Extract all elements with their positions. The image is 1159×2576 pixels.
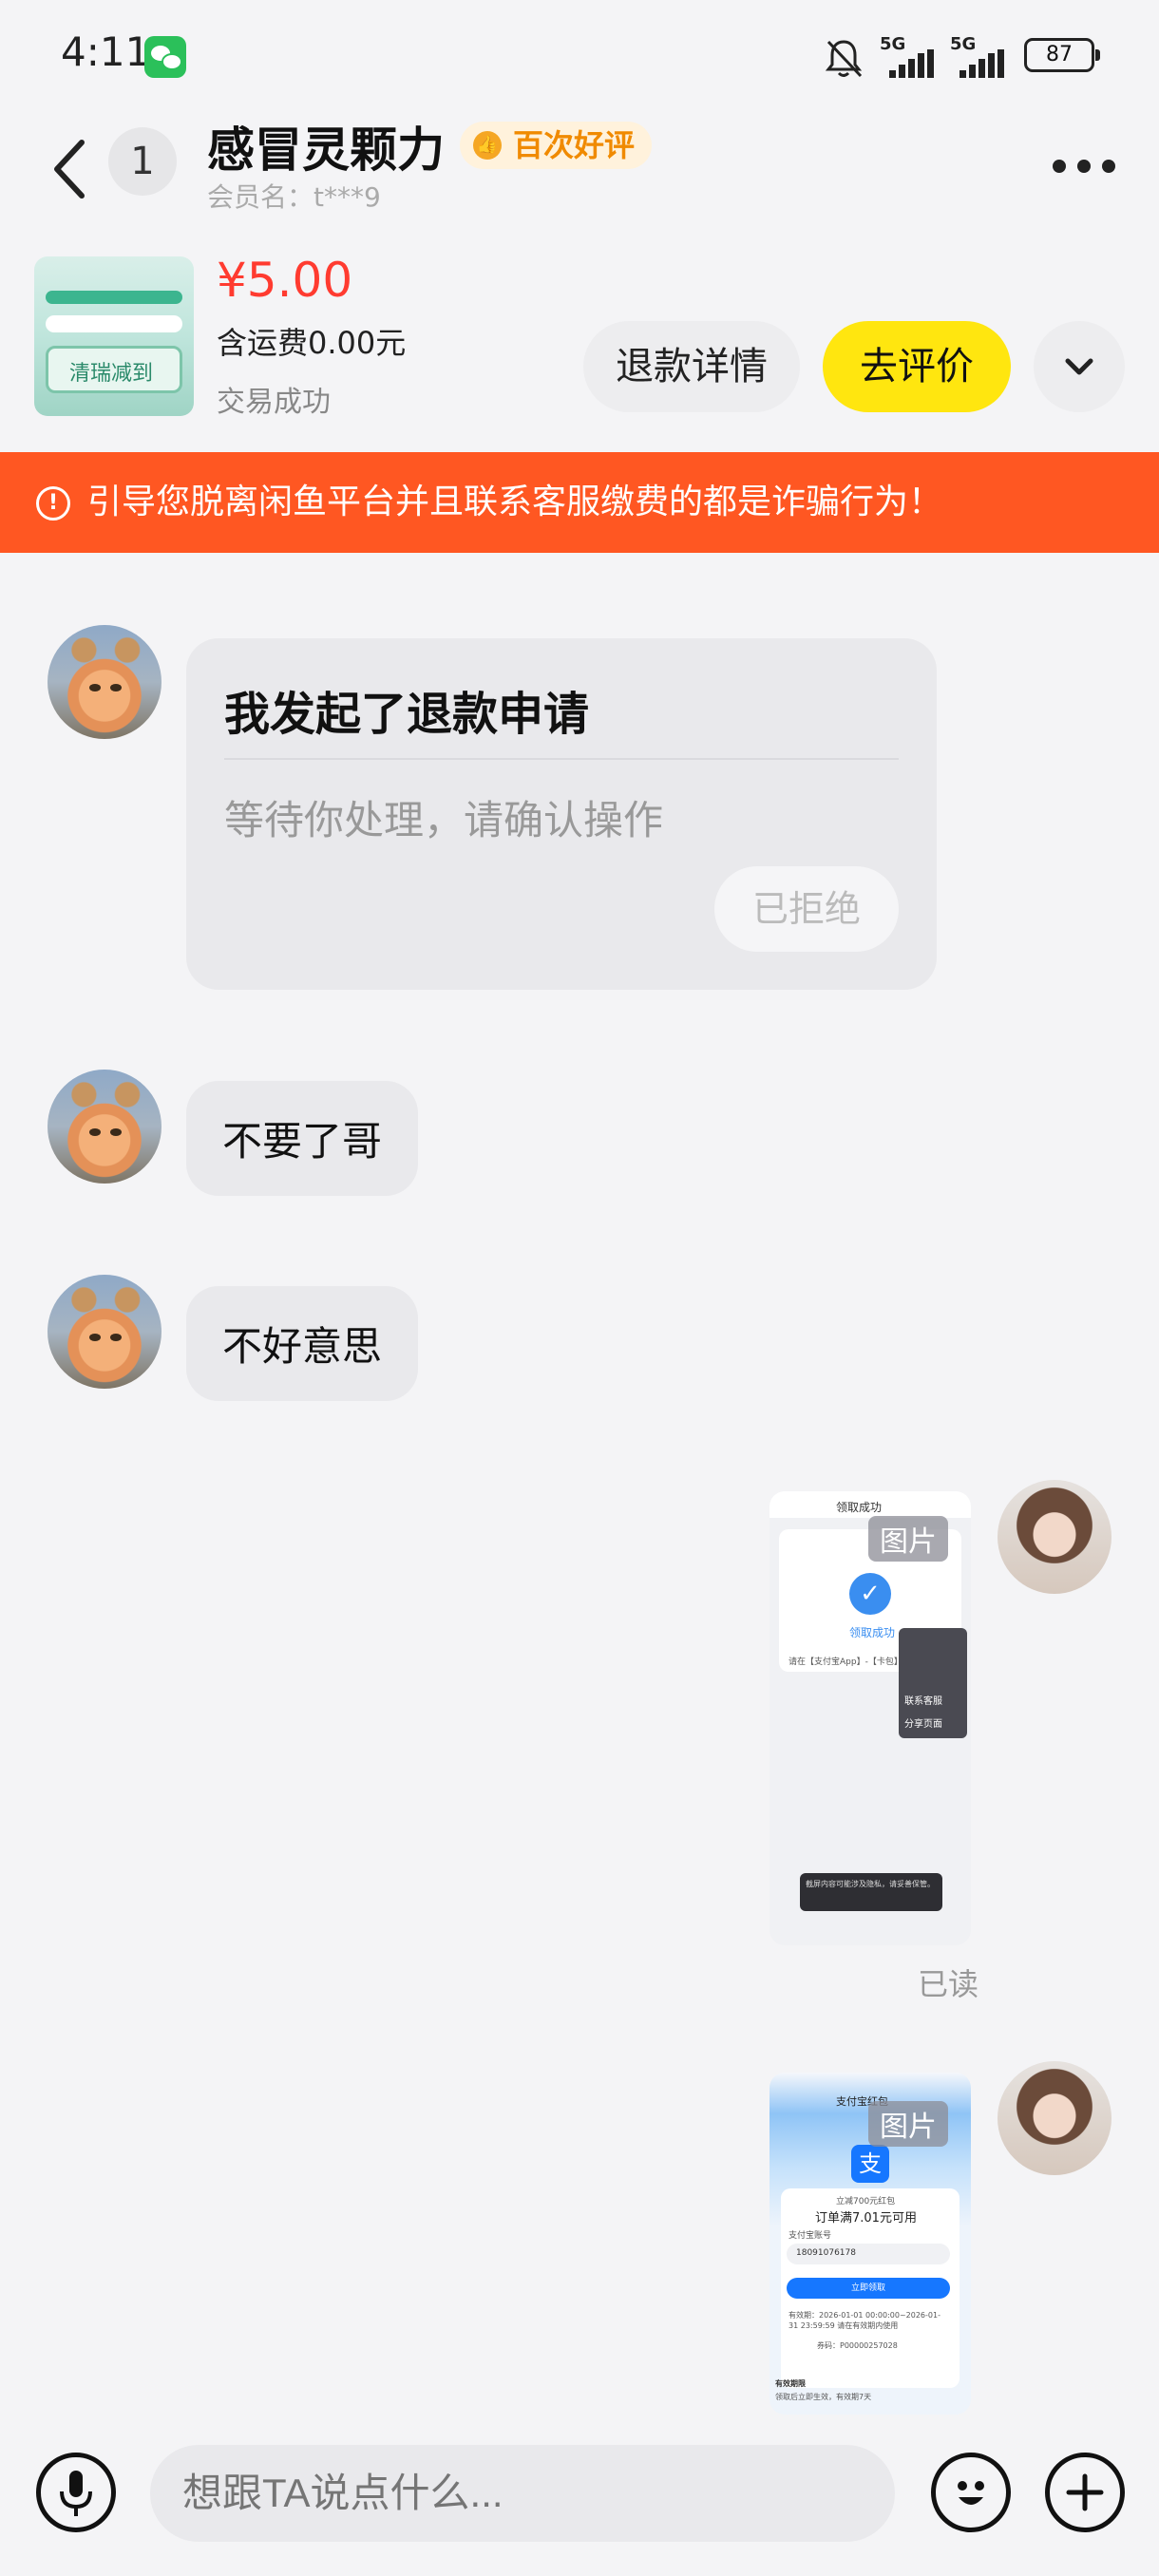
image-message[interactable]: 领取成功 ✓ 领取成功 请在【支付宝App】-【卡包】- 联系客服 分享页面 截… xyxy=(770,1491,971,1945)
divider xyxy=(224,758,899,760)
composer-bar xyxy=(0,2432,1159,2576)
message-input[interactable] xyxy=(150,2445,895,2542)
product-thumbnail[interactable]: 清瑞减到 xyxy=(34,256,194,416)
fraud-warning-text: 引导您脱离闲鱼平台并且联系客服缴费的都是诈骗行为！ xyxy=(87,483,943,521)
avatar[interactable] xyxy=(48,1275,162,1389)
rating-tag-label: 百次好评 xyxy=(513,127,636,163)
microphone-icon[interactable] xyxy=(36,2453,116,2532)
back-arrow-icon[interactable] xyxy=(48,133,95,205)
status-time: 4:11 xyxy=(61,28,151,75)
thumbs-up-icon: 👍 xyxy=(473,131,502,160)
message-bubble[interactable]: 不好意思 xyxy=(186,1286,419,1401)
rating-tag: 👍 百次好评 xyxy=(460,122,653,169)
unread-count-badge: 1 xyxy=(108,127,177,196)
refund-details-button[interactable]: 退款详情 xyxy=(583,321,800,412)
product-price: ¥5.00 xyxy=(217,253,353,308)
page-title: 感冒灵颗力 xyxy=(207,123,445,178)
fraud-warning-banner: ! 引导您脱离闲鱼平台并且联系客服缴费的都是诈骗行为！ xyxy=(0,452,1159,553)
image-message[interactable]: 支付宝红包 支 立减700元红包 订单满7.01元可用 支付宝账号 180910… xyxy=(770,2073,971,2415)
bell-muted-icon xyxy=(825,40,863,78)
emoji-icon[interactable] xyxy=(931,2453,1011,2532)
image-tag: 图片 xyxy=(868,1516,948,1562)
avatar[interactable] xyxy=(48,1070,162,1184)
refund-card-title: 我发起了退款申请 xyxy=(224,688,590,741)
refund-request-card[interactable]: 我发起了退款申请 等待你处理，请确认操作 已拒绝 xyxy=(186,638,937,990)
avatar[interactable] xyxy=(48,625,162,739)
deal-status: 交易成功 xyxy=(217,386,331,419)
avatar[interactable] xyxy=(998,1480,1112,1594)
member-name: 会员名：t***9 xyxy=(207,181,381,213)
battery-indicator: 87 xyxy=(1024,38,1100,72)
warning-icon: ! xyxy=(36,486,70,521)
image-tag: 图片 xyxy=(868,2101,948,2147)
chevron-down-icon xyxy=(1065,358,1093,375)
more-options-icon[interactable] xyxy=(1051,152,1117,180)
wechat-icon xyxy=(144,36,186,78)
avatar[interactable] xyxy=(998,2061,1112,2175)
shipping-fee: 含运费0.00元 xyxy=(217,325,407,361)
expand-button[interactable] xyxy=(1034,321,1125,412)
message-bubble[interactable]: 不要了哥 xyxy=(186,1081,419,1196)
plus-icon[interactable] xyxy=(1045,2453,1125,2532)
rejected-button: 已拒绝 xyxy=(714,866,899,952)
signal-icon-2: 5G xyxy=(950,34,1016,78)
review-button[interactable]: 去评价 xyxy=(823,321,1011,412)
read-receipt: 已读 xyxy=(918,1966,979,2002)
signal-icon-1: 5G xyxy=(880,34,946,78)
status-bar: 4:11 5G 5G 87 xyxy=(0,0,1159,104)
refund-card-subtitle: 等待你处理，请确认操作 xyxy=(224,797,664,843)
